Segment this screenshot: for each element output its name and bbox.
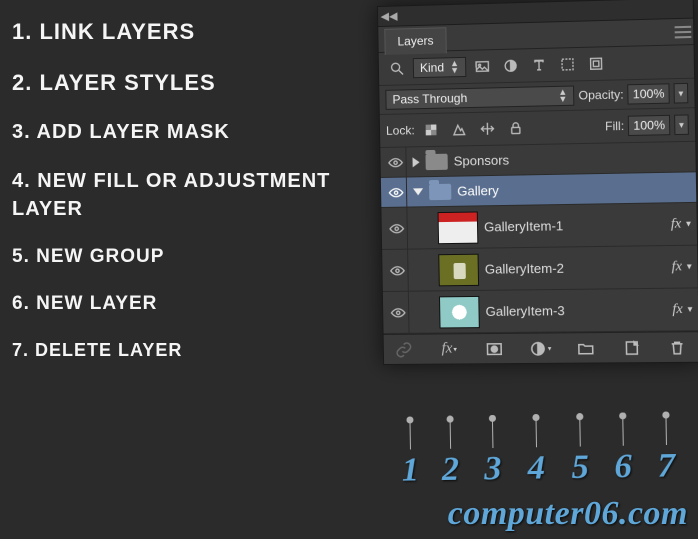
layer-name[interactable]: GalleryItem-2: [485, 259, 666, 276]
fx-badge[interactable]: fx▼: [671, 216, 693, 233]
fx-badge[interactable]: fx▼: [671, 258, 693, 275]
filter-shape-icon[interactable]: [555, 52, 580, 77]
lock-image-icon[interactable]: [447, 117, 472, 142]
filter-pixel-icon[interactable]: [470, 54, 495, 79]
opacity-slider-toggle[interactable]: ▼: [674, 83, 689, 104]
layer-thumbnail[interactable]: [439, 295, 480, 328]
blend-mode-dropdown[interactable]: Pass Through ▲▼: [385, 86, 574, 110]
lock-label: Lock:: [386, 123, 415, 138]
collapse-panel-button[interactable]: ◀◀: [380, 7, 398, 25]
adjustment-layer-button[interactable]: ▾: [527, 336, 552, 360]
visibility-toggle[interactable]: [384, 147, 406, 176]
layer-thumbnail[interactable]: [438, 211, 479, 244]
layers-list: Sponsors Gallery GalleryItem-1 fx▼: [380, 142, 698, 334]
filter-type-icon[interactable]: [527, 53, 552, 78]
chevron-right-icon[interactable]: [412, 157, 419, 167]
callout-numbers: 1 2 3 4 5 6 7: [379, 414, 697, 480]
layer-styles-button[interactable]: fx▾: [437, 337, 462, 361]
fill-slider-toggle[interactable]: ▼: [674, 114, 689, 135]
layer-name[interactable]: Sponsors: [454, 149, 692, 169]
layer-item-2[interactable]: GalleryItem-2 fx▼: [382, 246, 698, 292]
layer-name[interactable]: GalleryItem-1: [484, 217, 665, 235]
link-layers-button[interactable]: [392, 337, 416, 361]
filter-smartobject-icon[interactable]: [584, 51, 609, 76]
layer-name[interactable]: GalleryItem-3: [485, 302, 666, 319]
search-icon[interactable]: [385, 56, 409, 81]
layer-mask-button[interactable]: [482, 336, 507, 360]
folder-icon: [429, 183, 451, 199]
layers-panel: ◀◀ Layers Kind ▲▼: [377, 0, 698, 365]
chevron-down-icon[interactable]: [413, 188, 423, 195]
visibility-toggle[interactable]: [385, 178, 407, 207]
filter-adjustment-icon[interactable]: [498, 53, 523, 78]
filter-kind-dropdown[interactable]: Kind ▲▼: [413, 57, 467, 78]
panel-menu-button[interactable]: [675, 25, 694, 38]
visibility-toggle[interactable]: [385, 208, 408, 249]
opacity-input[interactable]: 100%: [628, 83, 670, 104]
opacity-label: Opacity:: [578, 87, 623, 102]
layer-thumbnail[interactable]: [438, 253, 479, 286]
legend-item-7: 7. DELETE LAYER: [12, 339, 332, 362]
new-layer-button[interactable]: [619, 335, 644, 360]
legend-item-2: 2. LAYER STYLES: [12, 69, 332, 98]
lock-all-icon[interactable]: [503, 116, 528, 141]
watermark-text: computer06.com: [448, 495, 688, 533]
tab-layers[interactable]: Layers: [384, 27, 447, 55]
legend-item-6: 6. NEW LAYER: [12, 292, 332, 317]
lock-transparent-icon[interactable]: [419, 118, 444, 143]
layer-group-gallery[interactable]: Gallery: [381, 172, 696, 208]
layers-bottom-bar: fx▾ ▾: [384, 331, 698, 364]
layer-item-1[interactable]: GalleryItem-1 fx▼: [381, 203, 697, 250]
delete-layer-button[interactable]: [665, 335, 690, 360]
legend-item-1: 1. LINK LAYERS: [12, 18, 332, 47]
fill-input[interactable]: 100%: [628, 115, 670, 136]
layer-item-3[interactable]: GalleryItem-3 fx▼: [383, 288, 698, 334]
lock-position-icon[interactable]: [475, 116, 500, 141]
folder-icon: [425, 153, 447, 169]
visibility-toggle[interactable]: [387, 292, 410, 333]
new-group-button[interactable]: [573, 336, 598, 360]
legend-list: 1. LINK LAYERS 2. LAYER STYLES 3. ADD LA…: [12, 18, 332, 384]
fx-badge[interactable]: fx▼: [672, 301, 694, 318]
fill-label: Fill:: [605, 119, 624, 134]
legend-item-5: 5. NEW GROUP: [12, 245, 332, 270]
legend-item-4: 4. NEW FILL OR ADJUSTMENT LAYER: [12, 167, 332, 223]
legend-item-3: 3. ADD LAYER MASK: [12, 119, 332, 145]
visibility-toggle[interactable]: [386, 250, 409, 291]
layer-name[interactable]: Gallery: [457, 180, 692, 199]
